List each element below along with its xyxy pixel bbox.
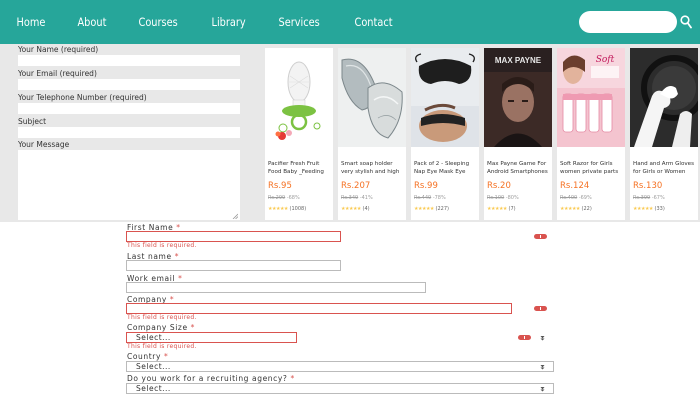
- product-old-price: Rs.399 -67%: [633, 195, 665, 201]
- nav-library[interactable]: Library: [203, 15, 254, 29]
- eye-mask-image: [411, 48, 479, 147]
- search-icon[interactable]: [680, 14, 692, 30]
- max-payne-image: MAX PAYNE: [484, 48, 552, 147]
- content-panel: Your Name (required) Your Email (require…: [0, 44, 700, 222]
- product-card[interactable]: Smart soap holder very stylish and high …: [338, 48, 406, 220]
- company-size-select[interactable]: Select...: [126, 332, 297, 343]
- message-label: Your Message: [18, 140, 70, 149]
- product-old-price: Rs.299 -68%: [268, 195, 300, 201]
- nav-home[interactable]: Home: [8, 15, 54, 29]
- product-image[interactable]: [338, 48, 406, 147]
- nav-services[interactable]: Services: [270, 15, 328, 29]
- product-old-price: Rs.449 -78%: [414, 195, 446, 201]
- phone-label: Your Telephone Number (required): [18, 93, 147, 102]
- first-name-field[interactable]: [126, 231, 341, 242]
- product-title[interactable]: Max Payne Game For Android Smartphones -…: [487, 160, 550, 176]
- product-title[interactable]: Pack of 2 - Sleeping Nap Eye Mask Eye Sh…: [414, 160, 477, 176]
- name-label: Your Name (required): [18, 45, 99, 54]
- select-arrow-icon[interactable]: [539, 363, 546, 370]
- subject-field[interactable]: [18, 127, 240, 138]
- select-arrow-icon[interactable]: [539, 385, 546, 392]
- star-rating-icon: ★★★★★: [487, 206, 507, 212]
- product-title[interactable]: Soft Razor for Girls women private parts…: [560, 160, 623, 176]
- product-price: Rs.130: [633, 181, 663, 191]
- product-old-price: Rs.100 -80%: [487, 195, 519, 201]
- product-price: Rs.124: [560, 181, 590, 191]
- product-price: Rs.207: [341, 181, 371, 191]
- select-arrow-icon[interactable]: [539, 334, 546, 341]
- svg-text:Soft: Soft: [596, 55, 615, 65]
- product-rating: ★★★★★ (1008): [268, 206, 307, 212]
- product-title[interactable]: Pacifier Fresh Fruit Food Baby _Feeding …: [268, 160, 331, 176]
- product-rating: ★★★★★ (7): [487, 206, 516, 212]
- nav-about[interactable]: About: [69, 15, 115, 29]
- product-old-price: Rs.349 -41%: [341, 195, 373, 201]
- product-card[interactable]: Hand and Arm Gloves for Girls or Women (…: [630, 48, 698, 220]
- phone-field[interactable]: [18, 103, 240, 114]
- first-name-error: This field is required.: [127, 242, 197, 249]
- top-nav: Home About Courses Library Services Cont…: [0, 0, 700, 44]
- subject-label: Subject: [18, 117, 47, 126]
- email-label: Your Email (required): [18, 69, 97, 78]
- recruiting-label: Do you work for a recruiting agency? *: [127, 374, 295, 383]
- company-size-error: This field is required.: [127, 343, 197, 350]
- nav-contact[interactable]: Contact: [346, 15, 401, 29]
- gloves-image: [630, 48, 698, 147]
- product-price: Rs.99: [414, 181, 438, 191]
- product-title[interactable]: Smart soap holder very stylish and high …: [341, 160, 404, 176]
- error-icon: [534, 234, 547, 239]
- country-label: Country *: [127, 352, 169, 361]
- error-icon: [534, 306, 547, 311]
- soap-holder-image: [338, 48, 406, 147]
- star-rating-icon: ★★★★★: [341, 206, 361, 212]
- nav-courses[interactable]: Courses: [130, 15, 186, 29]
- product-old-price: Rs.400 -69%: [560, 195, 592, 201]
- star-rating-icon: ★★★★★: [633, 206, 653, 212]
- product-card[interactable]: Pacifier Fresh Fruit Food Baby _Feeding …: [265, 48, 333, 220]
- message-field[interactable]: [18, 150, 240, 220]
- product-image[interactable]: [630, 48, 698, 147]
- product-card[interactable]: MAX PAYNE Max Payne Game For Android Sma…: [484, 48, 552, 220]
- product-rating: ★★★★★ (227): [414, 206, 449, 212]
- product-card[interactable]: Pack of 2 - Sleeping Nap Eye Mask Eye Sh…: [411, 48, 479, 220]
- company-field[interactable]: [126, 303, 512, 314]
- email-field[interactable]: [18, 79, 240, 90]
- product-image[interactable]: [411, 48, 479, 147]
- recruiting-select[interactable]: Select...: [126, 383, 554, 394]
- work-email-field[interactable]: [126, 282, 426, 293]
- star-rating-icon: ★★★★★: [560, 206, 580, 212]
- country-select[interactable]: Select...: [126, 361, 554, 372]
- name-field[interactable]: [18, 55, 240, 66]
- razor-image: Soft: [557, 48, 625, 147]
- product-rating: ★★★★★ (22): [560, 206, 592, 212]
- pacifier-image: [265, 48, 333, 147]
- resize-handle-icon[interactable]: [232, 213, 238, 219]
- product-image[interactable]: Soft: [557, 48, 625, 147]
- product-image[interactable]: [265, 48, 333, 147]
- company-error: This field is required.: [127, 314, 197, 321]
- svg-text:MAX PAYNE: MAX PAYNE: [495, 56, 542, 65]
- company-size-label: Company Size *: [127, 323, 196, 332]
- product-price: Rs.95: [268, 181, 292, 191]
- product-image[interactable]: MAX PAYNE: [484, 48, 552, 147]
- product-title[interactable]: Hand and Arm Gloves for Girls or Women (…: [633, 160, 696, 176]
- star-rating-icon: ★★★★★: [268, 206, 288, 212]
- product-card[interactable]: Soft Soft Razor for Girls women private …: [557, 48, 625, 220]
- star-rating-icon: ★★★★★: [414, 206, 434, 212]
- product-price: Rs.20: [487, 181, 511, 191]
- last-name-field[interactable]: [126, 260, 341, 271]
- search-input[interactable]: [579, 11, 677, 33]
- product-rating: ★★★★★ (33): [633, 206, 665, 212]
- product-rating: ★★★★★ (4): [341, 206, 370, 212]
- error-icon: [518, 335, 531, 340]
- nav-links: Home About Courses Library Services Cont…: [8, 0, 418, 44]
